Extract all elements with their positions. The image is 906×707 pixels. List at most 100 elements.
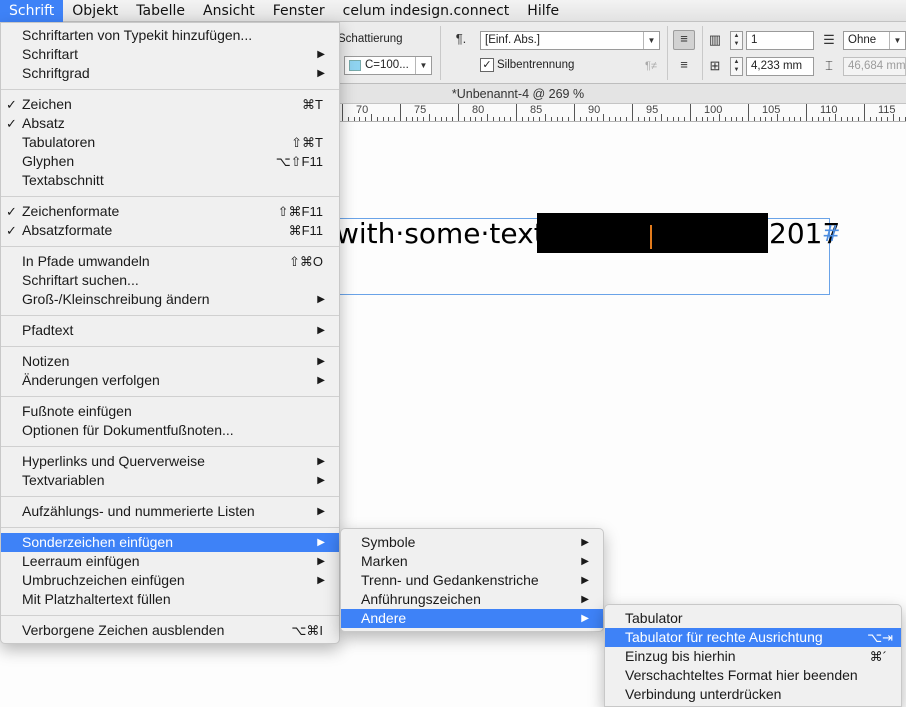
ruler-tick xyxy=(904,117,906,121)
submenu-item-tabulator-rechts[interactable]: Tabulator für rechte Ausrichtung ⌥⇥ xyxy=(605,628,901,647)
columns-input[interactable]: 1 xyxy=(746,31,814,50)
ruler-tick xyxy=(806,104,807,121)
menu-fenster[interactable]: Fenster xyxy=(264,0,334,22)
ruler-tick xyxy=(782,117,784,121)
menu-celum[interactable]: celum indesign.connect xyxy=(334,0,519,22)
menu-hilfe[interactable]: Hilfe xyxy=(518,0,568,22)
arrow-right-icon: ▶ xyxy=(317,68,325,79)
menu-separator xyxy=(1,246,339,247)
menu-item-absatz[interactable]: ✓ Absatz xyxy=(1,114,339,133)
ruler-tick xyxy=(388,117,390,121)
shading-color-select[interactable]: C=100... ▼ xyxy=(344,56,432,75)
menu-item-leerraum[interactable]: Leerraum einfügen ▶ xyxy=(1,552,339,571)
submenu-item-einzug[interactable]: Einzug bis hierhin ⌘´ xyxy=(605,647,901,666)
chevron-down-icon: ▼ xyxy=(415,57,431,74)
ruler-tick xyxy=(707,117,709,121)
menu-item-fussnoten-optionen[interactable]: Optionen für Dokumentfußnoten... xyxy=(1,421,339,440)
ruler-tick xyxy=(730,117,732,121)
ruler-tick xyxy=(811,117,813,121)
gutter-icon: ⊞ xyxy=(709,58,721,73)
spacing-input[interactable]: 4,233 mm xyxy=(746,57,814,76)
menu-item-listen[interactable]: Aufzählungs- und nummerierte Listen ▶ xyxy=(1,502,339,521)
columns-stepper[interactable]: ▲ ▼ xyxy=(730,31,743,50)
submenu-item-andere[interactable]: Andere ▶ xyxy=(341,609,603,628)
ruler-tick xyxy=(400,104,401,121)
menu-item-sonderzeichen[interactable]: Sonderzeichen einfügen ▶ xyxy=(1,533,339,552)
menu-item-tabulatoren[interactable]: Tabulatoren ⇧⌘T xyxy=(1,133,339,152)
submenu-item-trennstriche[interactable]: Trenn- und Gedankenstriche ▶ xyxy=(341,571,603,590)
menu-item-in-pfade[interactable]: In Pfade umwandeln ⇧⌘O xyxy=(1,252,339,271)
ruler-tick xyxy=(550,117,552,121)
divider xyxy=(440,26,441,80)
submenu-item-marken[interactable]: Marken ▶ xyxy=(341,552,603,571)
align-left-button[interactable]: ≡ xyxy=(673,30,695,50)
menu-item-textvariablen[interactable]: Textvariablen ▶ xyxy=(1,471,339,490)
ruler-label: 70 xyxy=(356,104,369,116)
ruler-tick xyxy=(875,117,877,121)
ruler-label: 75 xyxy=(414,104,427,116)
paragraph-style-select[interactable]: [Einf. Abs.] ▼ xyxy=(480,31,660,50)
menu-item-textabschnitt[interactable]: Textabschnitt xyxy=(1,171,339,190)
menu-ansicht[interactable]: Ansicht xyxy=(194,0,264,22)
ruler-tick xyxy=(765,117,767,121)
checkmark-icon: ✓ xyxy=(6,204,17,219)
spacing-stepper[interactable]: ▲ ▼ xyxy=(730,57,743,76)
menu-item-hyperlinks[interactable]: Hyperlinks und Querverweise ▶ xyxy=(1,452,339,471)
ruler-label: 80 xyxy=(472,104,485,116)
ruler-tick xyxy=(417,117,419,121)
menu-item-verborgene-zeichen[interactable]: Verborgene Zeichen ausblenden ⌥⌘I xyxy=(1,621,339,640)
ruler-tick xyxy=(487,114,488,121)
menu-item-schriftart-suchen[interactable]: Schriftart suchen... xyxy=(1,271,339,290)
ruler-tick xyxy=(823,117,825,121)
menu-objekt[interactable]: Objekt xyxy=(63,0,127,22)
arrow-right-icon: ▶ xyxy=(581,575,589,586)
ruler-tick xyxy=(748,104,749,121)
submenu-item-verschachteltes-format[interactable]: Verschachteltes Format hier beenden xyxy=(605,666,901,685)
menu-separator xyxy=(1,446,339,447)
ruler-tick xyxy=(481,117,483,121)
ruler-tick xyxy=(846,117,848,121)
arrow-right-icon: ▶ xyxy=(581,594,589,605)
ruler-tick xyxy=(643,117,645,121)
menu-item-umbruchzeichen[interactable]: Umbruchzeichen einfügen ▶ xyxy=(1,571,339,590)
ruler-tick xyxy=(759,117,761,121)
menu-item-absatzformate[interactable]: ✓ Absatzformate ⌘F11 xyxy=(1,221,339,240)
text-content[interactable]: with·some·text. xyxy=(336,214,554,254)
menu-item-schriftgrad[interactable]: Schriftgrad ▶ xyxy=(1,64,339,83)
divider xyxy=(667,26,668,80)
submenu-item-tabulator[interactable]: Tabulator xyxy=(605,609,901,628)
ohne-select[interactable]: Ohne ▼ xyxy=(843,31,906,50)
menu-item-typekit[interactable]: Schriftarten von Typekit hinzufügen... xyxy=(1,26,339,45)
menu-item-pfadtext[interactable]: Pfadtext ▶ xyxy=(1,321,339,340)
ruler-tick xyxy=(545,114,546,121)
menu-item-platzhaltertext[interactable]: Mit Platzhaltertext füllen xyxy=(1,590,339,609)
submenu-item-anfuehrungszeichen[interactable]: Anführungszeichen ▶ xyxy=(341,590,603,609)
ruler-tick xyxy=(626,117,628,121)
align-justify-button[interactable]: ≡ xyxy=(673,57,695,77)
ruler-tick xyxy=(649,117,651,121)
arrow-right-icon: ▶ xyxy=(317,356,325,367)
menu-item-schriftart[interactable]: Schriftart ▶ xyxy=(1,45,339,64)
menu-tabelle[interactable]: Tabelle xyxy=(127,0,194,22)
ruler-tick xyxy=(376,117,378,121)
text-cursor xyxy=(650,225,652,249)
ruler-tick xyxy=(603,114,604,121)
hyphenation-checkbox[interactable]: ✓ xyxy=(480,58,494,72)
menu-item-zeichenformate[interactable]: ✓ Zeichenformate ⇧⌘F11 xyxy=(1,202,339,221)
menu-schrift[interactable]: Schrift xyxy=(0,0,64,22)
submenu-item-verbindung-unterdruecken[interactable]: Verbindung unterdrücken xyxy=(605,685,901,704)
ruler-tick xyxy=(724,117,726,121)
menu-item-notizen[interactable]: Notizen ▶ xyxy=(1,352,339,371)
menu-item-fussnote[interactable]: Fußnote einfügen xyxy=(1,402,339,421)
menu-item-zeichen[interactable]: ✓ Zeichen ⌘T xyxy=(1,95,339,114)
menu-item-aenderungen[interactable]: Änderungen verfolgen ▶ xyxy=(1,371,339,390)
arrow-right-icon: ▶ xyxy=(317,575,325,586)
menu-bar: Schrift Objekt Tabelle Ansicht Fenster c… xyxy=(0,0,906,22)
ruler-tick xyxy=(371,114,372,121)
ruler-tick xyxy=(794,117,796,121)
submenu-item-symbole[interactable]: Symbole ▶ xyxy=(341,533,603,552)
menu-item-gross-klein[interactable]: Groß-/Kleinschreibung ändern ▶ xyxy=(1,290,339,309)
menu-separator xyxy=(1,396,339,397)
menu-item-glyphen[interactable]: Glyphen ⌥⇧F11 xyxy=(1,152,339,171)
span-columns-icon: ☰ xyxy=(823,32,835,47)
